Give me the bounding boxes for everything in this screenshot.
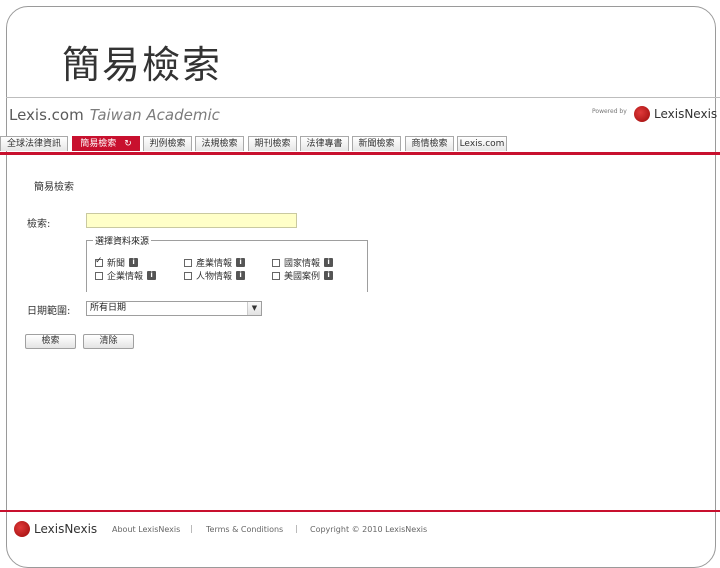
tab-simple-search-label: 簡易檢索 — [80, 139, 117, 149]
tab-news-search[interactable]: 新聞檢索 — [352, 136, 401, 151]
info-icon[interactable]: i — [236, 258, 246, 267]
source-option-news[interactable]: 新聞 i — [95, 256, 139, 269]
brand-subtitle: Taiwan Academic — [89, 106, 220, 124]
source-option-country[interactable]: 國家情報 i — [272, 256, 334, 269]
source-option-us-cases[interactable]: 美國案例 i — [272, 269, 334, 282]
section-title: 簡易檢索 — [34, 182, 74, 193]
source-label-company: 企業情報 — [107, 272, 144, 282]
source-label-us-cases: 美國案例 — [284, 272, 321, 282]
info-icon[interactable]: i — [324, 258, 334, 267]
sources-legend: 選擇資料來源 — [93, 234, 152, 247]
lexisnexis-mark-icon — [634, 106, 650, 122]
tab-journal-search[interactable]: 期刊檢索 — [248, 136, 297, 151]
footer-separator: | — [295, 524, 298, 533]
info-icon[interactable]: i — [324, 271, 334, 280]
tab-case-search[interactable]: 判例檢索 — [143, 136, 192, 151]
source-label-industry: 產業情報 — [196, 259, 233, 269]
date-range-select[interactable]: 所有日期 ▼ — [86, 301, 262, 316]
info-icon[interactable]: i — [236, 271, 246, 280]
checkbox-us-cases[interactable] — [272, 271, 280, 280]
search-button[interactable]: 檢索 — [25, 334, 76, 349]
checkbox-industry[interactable] — [184, 258, 192, 267]
checkbox-news[interactable] — [95, 256, 103, 267]
source-label-people: 人物情報 — [196, 272, 233, 282]
date-range-value: 所有日期 — [90, 303, 127, 313]
footer-lexisnexis-logo: LexisNexis — [14, 521, 97, 537]
footer-logo-text: LexisNexis — [34, 522, 98, 536]
brand-name: Lexis.com — [9, 106, 84, 124]
footer-about-link[interactable]: About LexisNexis — [112, 525, 180, 534]
tab-lexis-com[interactable]: Lexis.com — [457, 136, 507, 151]
tab-underline — [0, 152, 720, 155]
info-icon[interactable]: i — [147, 271, 157, 280]
lexisnexis-logo: LexisNexis — [634, 106, 717, 122]
checkbox-country[interactable] — [272, 258, 280, 267]
tab-legal-books[interactable]: 法律專書 — [300, 136, 349, 151]
clear-button[interactable]: 清除 — [83, 334, 134, 349]
chevron-down-icon[interactable]: ▼ — [247, 302, 261, 315]
source-option-industry[interactable]: 產業情報 i — [184, 256, 246, 269]
checkbox-company[interactable] — [95, 271, 103, 280]
source-label-country: 國家情報 — [284, 259, 321, 269]
tab-statute-search[interactable]: 法規檢索 — [195, 136, 244, 151]
lexisnexis-logo-text: LexisNexis — [654, 107, 718, 121]
info-icon[interactable]: i — [129, 258, 139, 267]
refresh-icon[interactable]: ↻ — [124, 137, 132, 151]
powered-by-label: Powered by — [592, 108, 627, 115]
tab-global-legal-info[interactable]: 全球法律資訊 — [0, 136, 68, 151]
footer-copyright: Copyright © 2010 LexisNexis — [310, 525, 428, 534]
checkbox-people[interactable] — [184, 271, 192, 280]
footer-terms-link[interactable]: Terms & Conditions — [206, 525, 283, 534]
footer-separator: | — [190, 524, 193, 533]
brand-logo[interactable]: Lexis.com Taiwan Academic — [9, 106, 220, 124]
tab-business-search[interactable]: 商情檢索 — [405, 136, 454, 151]
slide-title: 簡易檢索 — [62, 43, 223, 87]
source-option-people[interactable]: 人物情報 i — [184, 269, 246, 282]
lexisnexis-mark-icon — [14, 521, 30, 537]
source-option-company[interactable]: 企業情報 i — [95, 269, 157, 282]
source-label-news: 新聞 — [107, 259, 126, 269]
date-range-label: 日期範圍: — [27, 306, 71, 317]
search-label: 檢索: — [27, 219, 51, 230]
tab-simple-search[interactable]: 簡易檢索 ↻ — [72, 136, 140, 151]
search-input[interactable] — [86, 213, 297, 228]
